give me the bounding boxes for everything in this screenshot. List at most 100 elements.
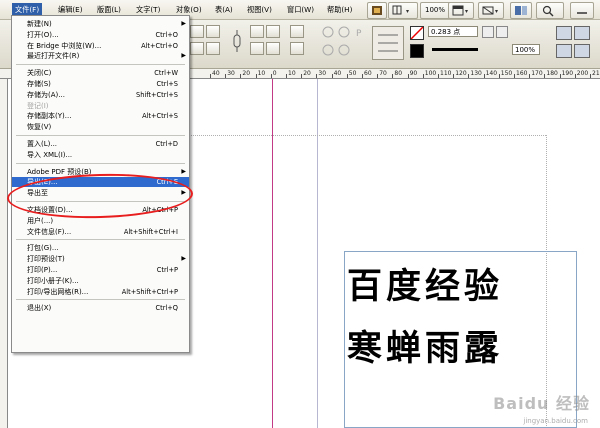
menu-item[interactable]: 存储(S) Ctrl+S bbox=[12, 79, 189, 89]
menu-item-label: 导入 XML(I)... bbox=[27, 150, 73, 159]
shadow-button[interactable] bbox=[496, 26, 508, 38]
screen-mode-icon: ▾ bbox=[452, 5, 468, 16]
menu-item[interactable]: 存储为(A)... Shift+Ctrl+S bbox=[12, 90, 189, 100]
ruler-tick-mark bbox=[331, 74, 333, 78]
ruler-tick-mark bbox=[362, 74, 363, 78]
menu-item-label: 关闭(C) bbox=[27, 69, 52, 78]
menu-item-label: 在 Bridge 中浏览(W)... bbox=[27, 41, 102, 50]
document-line-1: 百度经验 bbox=[347, 266, 504, 307]
menu-item[interactable]: 退出(X) Ctrl+Q bbox=[12, 303, 189, 313]
arrange-button[interactable]: ▾ bbox=[478, 2, 504, 19]
menu-item[interactable]: 打印预设(T) ▶ bbox=[12, 254, 189, 264]
vertical-ruler[interactable] bbox=[0, 79, 8, 428]
menu-item-label: 最近打开文件(R) bbox=[27, 52, 80, 61]
ruler-tick-mark bbox=[422, 74, 424, 78]
stroke-style-box[interactable] bbox=[372, 26, 404, 60]
menu-item-label: 打包(G)... bbox=[27, 244, 59, 253]
ruler-tick-label: 50 bbox=[348, 70, 357, 77]
stroke-swatch[interactable] bbox=[410, 44, 424, 58]
ruler-tick-mark bbox=[574, 74, 576, 78]
workspace-button[interactable] bbox=[510, 2, 532, 19]
y-field-button[interactable] bbox=[190, 42, 204, 55]
ruler-tick-label: 210 bbox=[592, 70, 600, 77]
scale-x-button[interactable] bbox=[250, 25, 264, 38]
panel-button-2[interactable] bbox=[574, 26, 590, 40]
minimize-button[interactable] bbox=[570, 2, 594, 19]
transform-icons[interactable]: P bbox=[320, 24, 368, 64]
menu-item-label: 存储为(A)... bbox=[27, 90, 65, 99]
ruler-tick-mark bbox=[590, 74, 591, 78]
ruler-tick-mark bbox=[483, 74, 485, 78]
corner-button[interactable] bbox=[482, 26, 494, 38]
column-guide bbox=[317, 79, 318, 428]
panel-button-3[interactable] bbox=[556, 44, 572, 58]
menu-item[interactable]: 新建(N) ▶ bbox=[12, 19, 189, 29]
ruler-tick-label: 10 bbox=[288, 70, 296, 77]
menu-item[interactable]: 打印(P)... Ctrl+P bbox=[12, 265, 189, 275]
menu-separator bbox=[16, 239, 185, 241]
height-button[interactable] bbox=[206, 42, 220, 55]
menu-item[interactable]: 存储副本(Y)... Alt+Ctrl+S bbox=[12, 111, 189, 121]
panel-button-4[interactable] bbox=[574, 44, 590, 58]
menu-item-shortcut: Alt+Shift+Ctrl+P bbox=[121, 287, 178, 296]
ref-point-button[interactable] bbox=[190, 25, 204, 38]
ruler-tick-mark bbox=[210, 74, 211, 78]
submenu-arrow-icon: ▶ bbox=[181, 255, 186, 263]
view-mode-button[interactable]: ▾ bbox=[388, 2, 418, 19]
grid-icon: ▾ bbox=[392, 5, 409, 15]
menu-item[interactable]: 打印小册子(K)... bbox=[12, 276, 189, 286]
opacity-field[interactable]: 100% bbox=[512, 44, 540, 55]
ruler-tick-mark bbox=[407, 74, 409, 78]
menu-item-label: 打印小册子(K)... bbox=[27, 276, 79, 285]
ruler-tick-mark bbox=[529, 74, 531, 78]
arrange-icon: ▾ bbox=[482, 6, 498, 15]
svg-text:▾: ▾ bbox=[406, 8, 409, 15]
menu-table[interactable]: 表(A) bbox=[212, 3, 236, 16]
flip-h-button[interactable] bbox=[290, 25, 304, 38]
menu-item[interactable]: 在 Bridge 中浏览(W)... Alt+Ctrl+O bbox=[12, 41, 189, 51]
menu-item[interactable]: 恢复(V) bbox=[12, 122, 189, 132]
panel-button-1[interactable] bbox=[556, 26, 572, 40]
ruler-tick-label: 0 bbox=[272, 70, 277, 77]
menu-item[interactable]: 最近打开文件(R) ▶ bbox=[12, 51, 189, 61]
menu-item[interactable]: 打包(G)... bbox=[12, 243, 189, 253]
ruler-tick-mark bbox=[498, 74, 500, 78]
ruler-tick-label: 100 bbox=[424, 70, 437, 77]
flip-v-button[interactable] bbox=[290, 42, 304, 55]
ruler-tick-label: 170 bbox=[531, 70, 543, 77]
rotate-button[interactable] bbox=[250, 42, 264, 55]
ruler-tick-mark bbox=[270, 74, 272, 78]
menu-separator bbox=[16, 64, 185, 66]
minimize-icon bbox=[577, 12, 587, 14]
ruler-tick-mark bbox=[240, 74, 242, 78]
screen-mode-button[interactable]: ▾ bbox=[448, 2, 474, 19]
menu-help[interactable]: 帮助(H) bbox=[324, 3, 355, 16]
menu-item[interactable]: 置入(L)... Ctrl+D bbox=[12, 139, 189, 149]
watermark-url: jingyan.baidu.com bbox=[523, 417, 588, 425]
constrain-icon[interactable] bbox=[232, 28, 242, 54]
ruler-tick-mark bbox=[468, 74, 470, 78]
menu-window[interactable]: 窗口(W) bbox=[284, 3, 317, 16]
ruler-tick-label: 140 bbox=[485, 70, 498, 77]
menu-item[interactable]: 关闭(C) Ctrl+W bbox=[12, 68, 189, 78]
menu-item[interactable]: 打印/导出网格(R)... Alt+Shift+Ctrl+P bbox=[12, 287, 189, 297]
bleed-guide-top bbox=[188, 135, 546, 137]
menu-item[interactable]: 文件信息(F)... Alt+Shift+Ctrl+I bbox=[12, 227, 189, 237]
menu-separator bbox=[16, 135, 185, 136]
menu-item-label: 打印(P)... bbox=[27, 266, 58, 274]
ruler-tick-mark bbox=[316, 74, 318, 78]
menu-view[interactable]: 视图(V) bbox=[244, 3, 275, 16]
search-button[interactable] bbox=[536, 2, 564, 19]
menu-item-shortcut: Alt+Ctrl+O bbox=[141, 41, 178, 50]
menu-item[interactable]: 打开(O)... Ctrl+O bbox=[12, 30, 189, 40]
x-field-button[interactable] bbox=[206, 25, 220, 38]
shear-button[interactable] bbox=[266, 42, 280, 55]
ruler-tick-label: 80 bbox=[394, 70, 403, 77]
stroke-type-line[interactable] bbox=[432, 48, 478, 51]
fill-swatch[interactable] bbox=[410, 26, 424, 40]
stroke-weight-field[interactable]: 0.283 点 bbox=[428, 26, 478, 37]
bridge-button[interactable] bbox=[367, 2, 387, 19]
scale-y-button[interactable] bbox=[266, 25, 280, 38]
menu-item-label: 用户(...) bbox=[27, 216, 54, 225]
menu-item[interactable]: 导入 XML(I)... bbox=[12, 150, 189, 160]
